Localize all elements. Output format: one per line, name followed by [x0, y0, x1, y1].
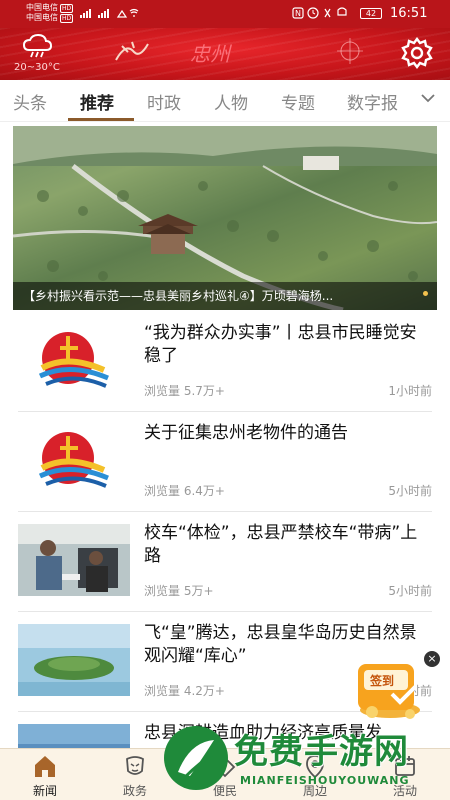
- publish-time: 5小时前: [388, 584, 432, 598]
- watermark-text: 免费手游网: [234, 732, 409, 772]
- view-count: 浏览量 5.7万+: [144, 384, 225, 398]
- news-title: 关于征集忠州老物件的通告: [144, 423, 348, 443]
- publish-time: 5小时前: [388, 484, 432, 498]
- logo-text: 忠州: [190, 42, 230, 66]
- category-tabs: 头条 推荐 时政 人物 专题 数字报: [0, 80, 450, 122]
- watermark-subtext: MIANFEISHOUYOUWANG: [240, 774, 410, 787]
- gear-icon[interactable]: [400, 36, 434, 70]
- news-item[interactable]: 校车“体检”，忠县严禁校车“带病”上路 浏览量 5万+ 5小时前: [18, 512, 432, 612]
- tab-politics[interactable]: 时政: [147, 89, 181, 114]
- home-icon: [35, 756, 55, 777]
- carrier-2: 中国电信: [26, 13, 58, 22]
- status-bar: 中国电信 HD 中国电信 HD N 42 16:51: [0, 0, 450, 28]
- logo-icon: [115, 41, 149, 61]
- svg-text:N: N: [295, 9, 305, 18]
- publish-time: 1小时前: [388, 384, 432, 398]
- island-landscape-thumbnail: [18, 624, 130, 696]
- checkin-label: 签到: [369, 673, 394, 688]
- hd-badge: HD: [60, 4, 74, 13]
- tab-people[interactable]: 人物: [214, 89, 248, 114]
- signal-icon: [80, 7, 140, 22]
- party-emblem-thumbnail: [18, 424, 130, 496]
- close-icon[interactable]: ×: [424, 651, 440, 667]
- government-icon: [126, 756, 144, 775]
- view-count: 浏览量 5万+: [144, 584, 214, 598]
- school-bus-inspection-thumbnail: [18, 524, 130, 596]
- carousel-indicator: [423, 291, 428, 296]
- view-count: 浏览量 6.4万+: [144, 484, 225, 498]
- checkin-button[interactable]: 签到: [348, 650, 432, 722]
- view-count: 浏览量 4.2万+: [144, 684, 225, 698]
- app-header: 20~30°C 忠州: [0, 28, 450, 80]
- news-item[interactable]: 关于征集忠州老物件的通告 浏览量 6.4万+ 5小时前: [18, 412, 432, 512]
- sparkle-decoration-icon: [337, 38, 363, 64]
- tab-digital-paper[interactable]: 数字报: [347, 89, 398, 114]
- banner-caption: 【乡村振兴看示范——忠县美丽乡村巡礼④】万顷碧海杨...: [13, 282, 437, 310]
- tab-recommended[interactable]: 推荐: [80, 89, 114, 114]
- nav-label: 新闻: [32, 784, 57, 798]
- chevron-down-icon[interactable]: [418, 88, 438, 108]
- news-title: 校车“体检”，忠县严禁校车“带病”上路: [144, 523, 418, 566]
- carrier-info: 中国电信 HD 中国电信 HD: [26, 3, 74, 23]
- nav-news[interactable]: 新闻: [0, 749, 90, 800]
- news-item[interactable]: “我为群众办实事”丨忠县市民睡觉安稳了 浏览量 5.7万+ 1小时前: [18, 312, 432, 412]
- news-title: “我为群众办实事”丨忠县市民睡觉安稳了: [144, 323, 417, 366]
- carrier-1: 中国电信: [26, 3, 58, 12]
- system-icons: N: [292, 6, 356, 23]
- tab-headlines[interactable]: 头条: [13, 89, 47, 114]
- party-emblem-thumbnail: [18, 324, 130, 396]
- featured-banner[interactable]: 【乡村振兴看示范——忠县美丽乡村巡礼④】万顷碧海杨...: [13, 126, 437, 310]
- weather-cloud-icon[interactable]: [22, 34, 52, 60]
- active-tab-indicator: [68, 118, 134, 121]
- weather-temperature: 20~30°C: [14, 62, 60, 73]
- tab-topics[interactable]: 专题: [281, 89, 315, 114]
- watermark-logo-icon: [164, 726, 228, 790]
- battery-indicator: 42: [360, 8, 382, 19]
- clock: 16:51: [390, 6, 428, 21]
- site-watermark: 免费手游网 MIANFEISHOUYOUWANG: [160, 722, 450, 800]
- hd-badge: HD: [60, 14, 74, 23]
